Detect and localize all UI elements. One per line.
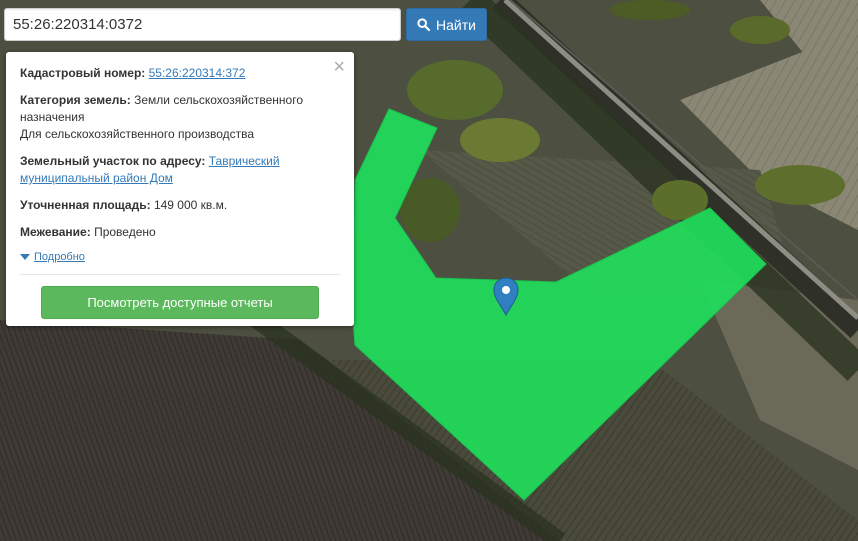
popup-divider xyxy=(20,274,340,275)
cadastral-number-row: Кадастровый номер: 55:26:220314:372 xyxy=(20,65,340,82)
survey-label: Межевание: xyxy=(20,225,91,239)
close-icon[interactable]: × xyxy=(333,57,345,77)
details-toggle[interactable]: Подробно xyxy=(20,251,340,263)
search-button-label: Найти xyxy=(436,16,476,33)
caret-down-icon xyxy=(20,254,30,260)
area-row: Уточненная площадь: 149 000 кв.м. xyxy=(20,197,340,214)
land-category-row: Категория земель: Земли сельскохозяйстве… xyxy=(20,92,340,143)
address-row: Земельный участок по адресу: Таврический… xyxy=(20,153,340,187)
cadastral-number-link[interactable]: 55:26:220314:372 xyxy=(149,66,246,80)
area-value: 149 000 кв.м. xyxy=(153,198,228,212)
survey-value: Проведено xyxy=(94,225,156,239)
survey-row: Межевание: Проведено xyxy=(20,224,340,241)
view-reports-button[interactable]: Посмотреть доступные отчеты xyxy=(41,286,319,319)
search-button[interactable]: Найти xyxy=(406,8,487,41)
cadastral-number-label: Кадастровый номер: xyxy=(20,66,146,80)
area-label: Уточненная площадь: xyxy=(20,198,151,212)
land-use-value: Для сельскохозяйственного производства xyxy=(20,127,255,141)
search-input[interactable] xyxy=(4,8,401,41)
address-label: Земельный участок по адресу: xyxy=(20,154,206,168)
details-link[interactable]: Подробно xyxy=(34,251,85,263)
search-icon xyxy=(417,18,431,31)
parcel-info-popup: × Кадастровый номер: 55:26:220314:372 Ка… xyxy=(6,52,354,326)
land-category-label: Категория земель: xyxy=(20,93,131,107)
